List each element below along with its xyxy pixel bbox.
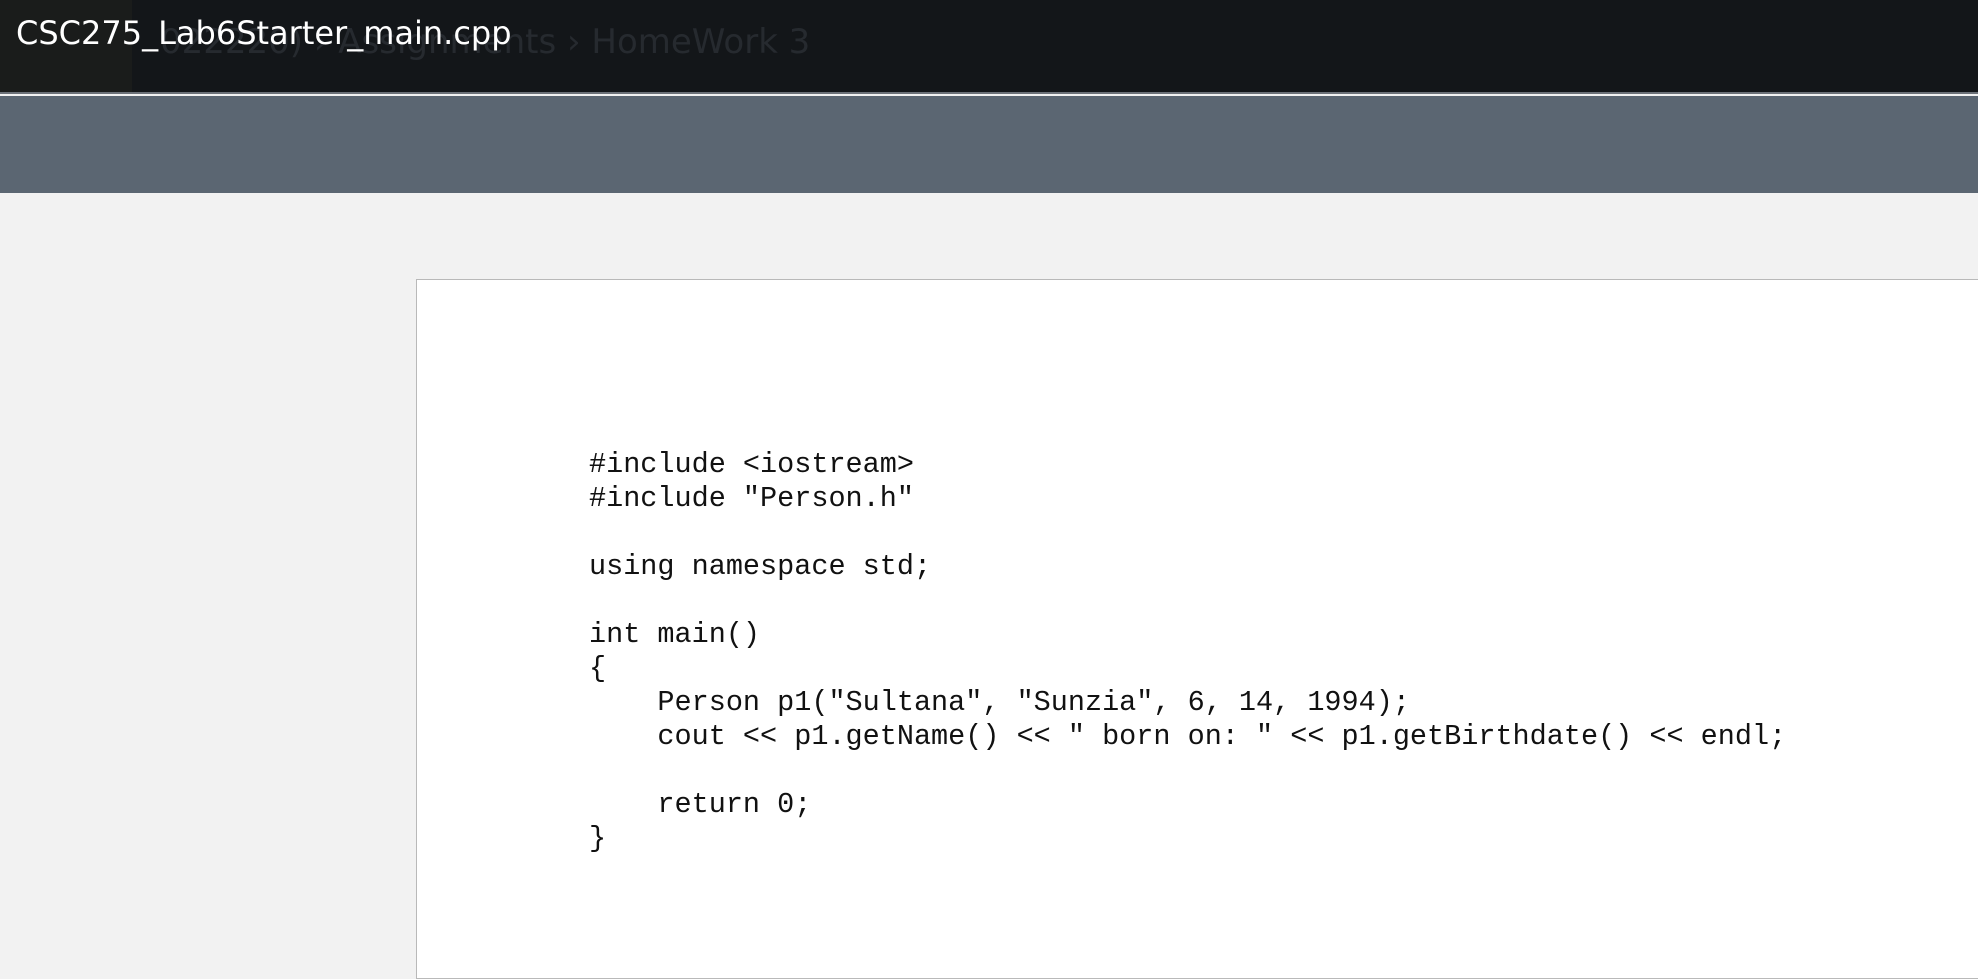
code-line: #include <iostream> (589, 448, 914, 481)
viewer-toolbar (0, 96, 1978, 193)
file-title: CSC275_Lab6Starter_main.cpp (16, 14, 512, 52)
code-line: } (589, 822, 607, 855)
code-line: #include "Person.h" (589, 482, 914, 515)
viewer-title-bar: 022220) › Assignments › HomeWork 3 CSC27… (0, 0, 1978, 94)
code-block: #include <iostream> #include "Person.h" us… (589, 448, 1786, 856)
code-line: int main() (589, 618, 761, 651)
document-page: #include <iostream> #include "Person.h" us… (416, 279, 1978, 979)
code-line: cout << p1.getName() << " born on: " << … (589, 720, 1787, 753)
code-line: using namespace std; (589, 550, 932, 583)
code-line: return 0; (589, 788, 812, 821)
code-line: Person p1("Sultana", "Sunzia", 6, 14, 19… (589, 686, 1410, 719)
code-line: { (589, 652, 607, 685)
